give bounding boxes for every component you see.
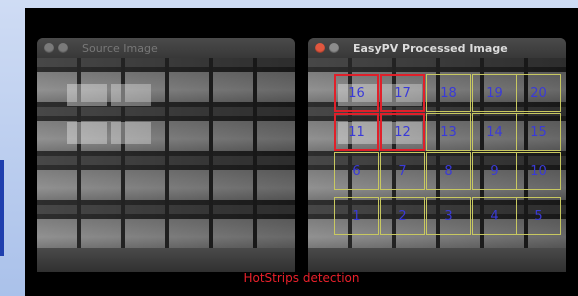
panel-box: 3 xyxy=(426,197,471,235)
slide-accent-bar xyxy=(0,160,4,256)
hotspot-panel-box: 16 xyxy=(334,74,379,112)
minimize-icon[interactable] xyxy=(329,43,339,53)
source-thermal-image xyxy=(37,58,295,272)
minimize-icon[interactable] xyxy=(58,43,68,53)
processed-thermal-image: 16 17 18 19 20 11 12 13 14 15 6 7 8 9 10 1 2 3 4 5 xyxy=(308,58,566,272)
panel-box: 7 xyxy=(380,152,425,190)
processed-window-title: EasyPV Processed Image xyxy=(353,41,508,55)
ground-area xyxy=(37,248,295,272)
panel-box: 5 xyxy=(516,197,561,235)
hotspot-panel-box: 11 xyxy=(334,113,379,151)
panel-box: 2 xyxy=(380,197,425,235)
panel-box: 20 xyxy=(516,74,561,112)
panel-box: 6 xyxy=(334,152,379,190)
panel-box: 1 xyxy=(334,197,379,235)
panel-box: 14 xyxy=(472,113,517,151)
source-window-title: Source Image xyxy=(82,41,158,55)
source-image-window[interactable]: Source Image xyxy=(37,38,295,272)
processed-window-titlebar[interactable]: EasyPV Processed Image xyxy=(308,38,566,58)
panel-box: 18 xyxy=(426,74,471,112)
panel-box: 13 xyxy=(426,113,471,151)
panel-box: 4 xyxy=(472,197,517,235)
panel-box: 19 xyxy=(472,74,517,112)
close-icon[interactable] xyxy=(315,43,325,53)
panel-box: 8 xyxy=(426,152,471,190)
panel-box: 15 xyxy=(516,113,561,151)
figure-caption: HotStrips detection xyxy=(243,271,360,285)
hotspot-panel-box: 12 xyxy=(380,113,425,151)
figure-frame: Source Image EasyPV Processed Image 16 1 xyxy=(25,8,578,296)
processed-image-window[interactable]: EasyPV Processed Image 16 17 18 19 20 11 12 13 1… xyxy=(308,38,566,272)
panel-box: 9 xyxy=(472,152,517,190)
hotspot-panel-box: 17 xyxy=(380,74,425,112)
image-shading xyxy=(37,58,295,272)
source-window-titlebar[interactable]: Source Image xyxy=(37,38,295,58)
panel-detection-grid: 16 17 18 19 20 11 12 13 14 15 6 7 8 9 10 1 2 3 4 5 xyxy=(308,58,566,272)
panel-box: 10 xyxy=(516,152,561,190)
close-icon[interactable] xyxy=(44,43,54,53)
